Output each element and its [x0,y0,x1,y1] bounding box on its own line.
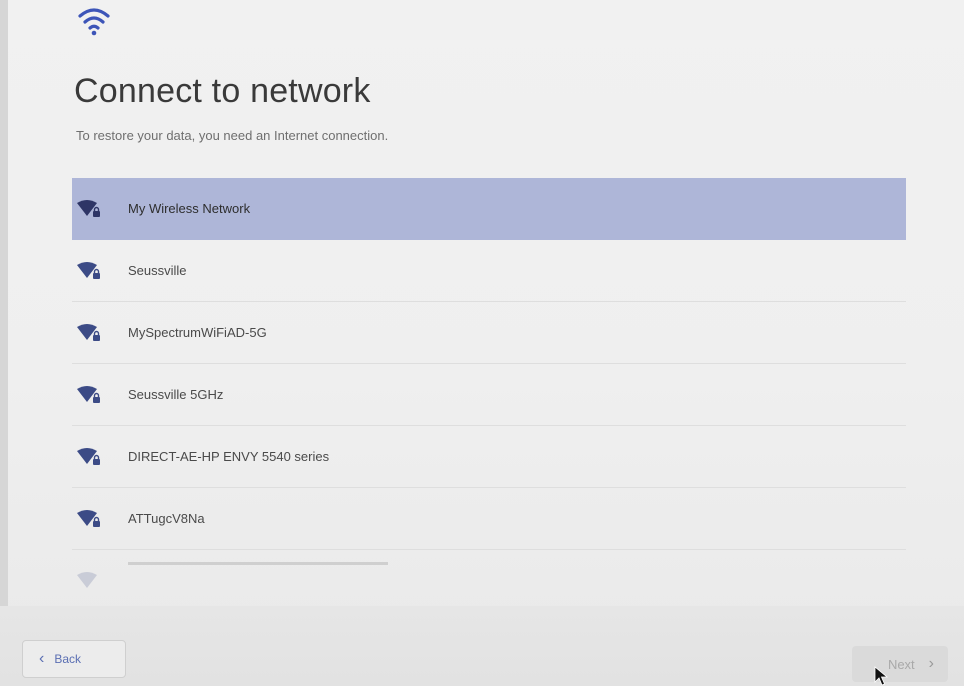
wifi-secured-icon [77,385,100,403]
wifi-icon [78,8,110,36]
network-name: ATTugcV8Na [128,511,205,526]
network-name: DIRECT-AE-HP ENVY 5540 series [128,449,330,464]
network-item-attugcv8na[interactable]: ATTugcV8Na [72,488,906,550]
network-item-partial[interactable] [72,550,906,592]
next-button[interactable]: Next › [852,646,948,682]
network-item-seussville[interactable]: Seussville [72,240,906,302]
chevron-left-icon: ‹ [39,650,45,667]
network-item-seussville-5ghz[interactable]: Seussville 5GHz [72,364,906,426]
network-name: Seussville 5GHz [128,387,224,402]
next-button-label: Next [887,656,915,672]
wifi-secured-icon [77,199,100,217]
wifi-secured-icon [77,261,100,279]
mouse-cursor-icon [874,666,889,686]
page-subtitle: To restore your data, you need an Intern… [76,128,389,143]
network-name: Seussville [128,263,187,278]
footer-bar [0,606,964,686]
back-button[interactable]: ‹ Back [22,640,126,678]
wifi-secured-icon [77,571,97,588]
network-name: My Wireless Network [128,201,251,216]
network-item-direct-ae-hp-envy[interactable]: DIRECT-AE-HP ENVY 5540 series [72,426,906,488]
network-item-myspectrumwifiad-5g[interactable]: MySpectrumWiFiAD-5G [72,302,906,364]
wifi-secured-icon [77,509,100,527]
screen: Connect to network To restore your data,… [0,0,964,686]
chevron-right-icon: › [928,655,934,672]
page-title: Connect to network [74,72,371,110]
screen-edge [0,0,8,686]
wifi-secured-icon [77,447,100,465]
network-item-my-wireless-network[interactable]: My Wireless Network [72,178,906,240]
wifi-secured-icon [77,323,100,341]
network-name-cut-off [128,562,388,565]
network-name: MySpectrumWiFiAD-5G [128,325,267,340]
back-button-label: Back [54,652,82,666]
network-list: My Wireless Network Seussville MySpectru… [72,178,906,592]
